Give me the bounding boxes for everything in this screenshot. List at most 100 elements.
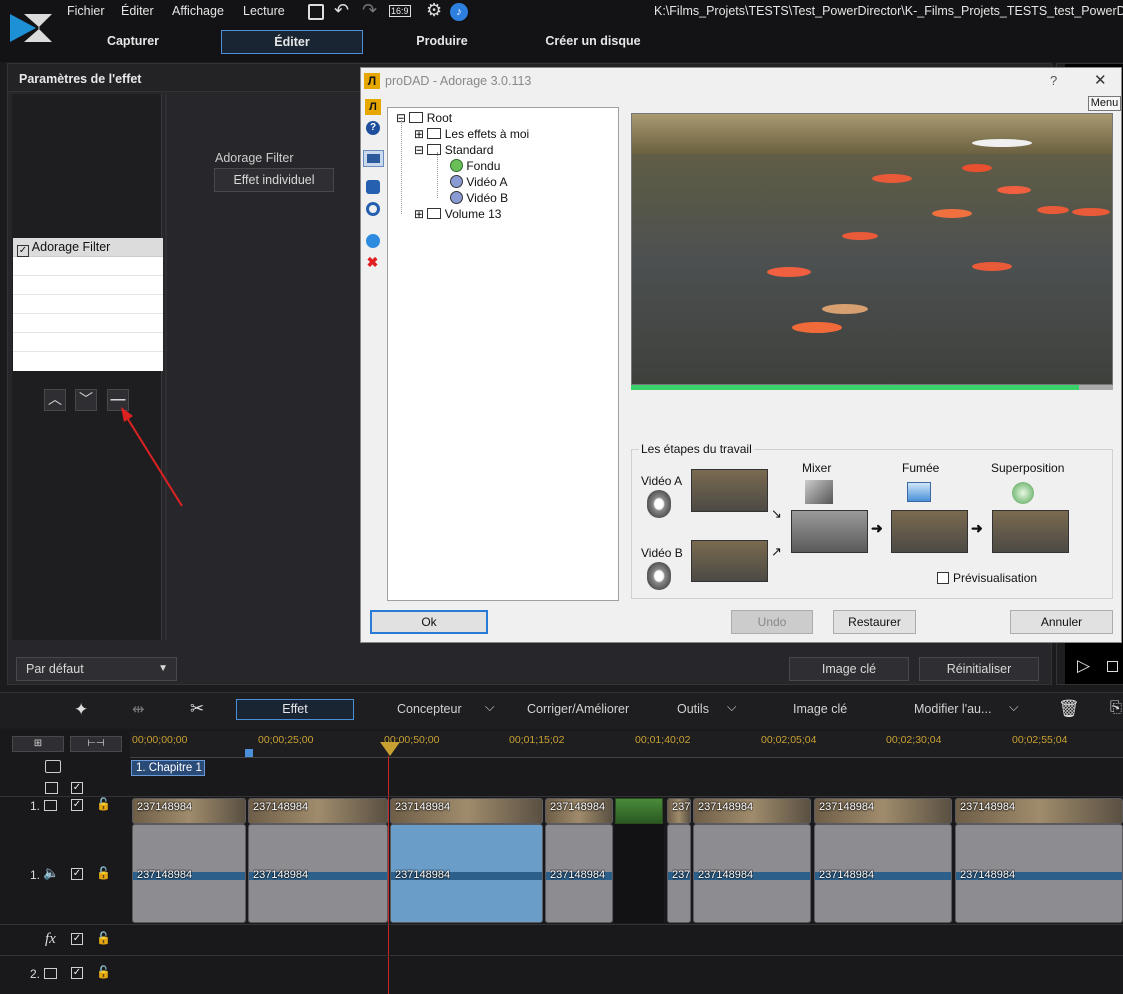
tools-button[interactable]: Outils bbox=[677, 702, 709, 716]
help-button[interactable]: ? bbox=[1050, 73, 1057, 88]
filter-label: Adorage Filter bbox=[215, 151, 294, 165]
track-checkbox[interactable]: ✓ bbox=[71, 799, 83, 811]
marker-icon[interactable] bbox=[245, 749, 253, 757]
menu-lecture[interactable]: Lecture bbox=[243, 4, 285, 18]
video-b-thumbnail[interactable] bbox=[691, 540, 768, 582]
tab-editer[interactable]: Éditer bbox=[221, 30, 363, 54]
save-icon[interactable] bbox=[308, 4, 324, 20]
sphere-icon[interactable] bbox=[366, 234, 380, 248]
lock-icon[interactable]: 🔓 bbox=[96, 797, 111, 811]
checkbox[interactable]: ✓ bbox=[17, 245, 29, 257]
cancel-button[interactable]: Annuler bbox=[1010, 610, 1113, 634]
gear-icon[interactable] bbox=[366, 202, 380, 216]
video-clip[interactable]: 237148984 bbox=[693, 798, 811, 824]
preset-dropdown[interactable]: Par défaut ▼ bbox=[16, 657, 177, 681]
lock-icon[interactable]: 🔓 bbox=[96, 866, 111, 880]
audio-clip[interactable]: 237148984 bbox=[955, 824, 1123, 923]
audio-clip[interactable]: 237148984 bbox=[248, 824, 388, 923]
help-icon[interactable]: ? bbox=[366, 121, 380, 135]
fit-timeline-button[interactable]: ⊢⊣ bbox=[70, 736, 122, 752]
track-checkbox[interactable]: ✓ bbox=[71, 933, 83, 945]
designer-button[interactable]: Concepteur bbox=[397, 702, 462, 716]
video-clip[interactable]: 237148984 bbox=[545, 798, 613, 824]
modify-audio-button[interactable]: Modifier l'au... bbox=[914, 702, 991, 716]
reset-button[interactable]: Réinitialiser bbox=[919, 657, 1039, 681]
audio-clip[interactable]: 237 bbox=[667, 824, 691, 923]
menu-affichage[interactable]: Affichage bbox=[172, 4, 224, 18]
audio-clip[interactable]: 237148984 bbox=[390, 824, 543, 923]
title-clip[interactable] bbox=[615, 798, 663, 824]
notification-icon[interactable]: ♪ bbox=[450, 3, 468, 21]
track-checkbox[interactable]: ✓ bbox=[71, 782, 83, 794]
clip-label: 237 bbox=[672, 801, 691, 813]
lock-icon[interactable]: 🔓 bbox=[96, 965, 111, 979]
split-icon[interactable]: ⇹ bbox=[132, 700, 145, 718]
chevron-down-icon[interactable]: ⌵ bbox=[1009, 700, 1018, 715]
tree-item-video-b[interactable]: Vidéo B bbox=[450, 190, 508, 206]
settings-gear-icon[interactable]: ⚙ bbox=[426, 0, 442, 21]
undo-button[interactable]: Undo bbox=[731, 610, 813, 634]
tree-root[interactable]: ⊟ Root bbox=[396, 110, 452, 126]
stop-icon[interactable] bbox=[1107, 661, 1118, 672]
keyframe-toolbar-button[interactable]: Image clé bbox=[793, 702, 847, 716]
list-item[interactable]: ✓ Adorage Filter bbox=[13, 238, 163, 257]
audio-clip[interactable]: 237148984 bbox=[693, 824, 811, 923]
restore-button[interactable]: Restaurer bbox=[833, 610, 916, 634]
move-up-button[interactable]: ︿ bbox=[44, 389, 66, 411]
keyframe-button[interactable]: Image clé bbox=[789, 657, 909, 681]
menu-editer[interactable]: Éditer bbox=[121, 4, 154, 18]
tree-item-standard[interactable]: ⊟ Standard bbox=[414, 142, 493, 158]
chevron-down-icon[interactable]: ⌵ bbox=[485, 700, 494, 715]
undo-icon[interactable]: ↶ bbox=[334, 0, 349, 21]
preview-checkbox[interactable] bbox=[937, 572, 949, 584]
effect-button[interactable]: Effet bbox=[236, 699, 354, 720]
tree-item-video-a[interactable]: Vidéo A bbox=[450, 174, 508, 190]
scissors-icon[interactable]: ✂ bbox=[190, 699, 204, 719]
audio-clip[interactable]: 237148984 bbox=[814, 824, 952, 923]
prodad-icon[interactable]: Л bbox=[365, 99, 381, 115]
menu-button[interactable]: Menu bbox=[1088, 96, 1121, 111]
video-clip[interactable]: 237 bbox=[667, 798, 691, 824]
video-clip[interactable]: 237148984 bbox=[248, 798, 388, 824]
chapter-marker[interactable]: 1. Chapitre 1 bbox=[131, 760, 205, 776]
audio-clip[interactable]: 237148984 bbox=[545, 824, 613, 923]
menu-fichier[interactable]: Fichier bbox=[67, 4, 105, 18]
video-clip[interactable]: 237148984 bbox=[814, 798, 952, 824]
aspect-ratio-button[interactable]: 16:9 bbox=[389, 5, 411, 17]
move-down-button[interactable]: ﹀ bbox=[75, 389, 97, 411]
track-checkbox[interactable]: ✓ bbox=[71, 868, 83, 880]
fix-enhance-button[interactable]: Corriger/Améliorer bbox=[527, 702, 629, 716]
tree-item-fondu[interactable]: Fondu bbox=[450, 158, 500, 174]
tree-item-mine[interactable]: ⊞ Les effets à moi bbox=[414, 126, 529, 142]
effects-view-icon[interactable] bbox=[363, 150, 384, 167]
play-icon[interactable]: ▷ bbox=[1077, 656, 1090, 676]
video-b-label: Vidéo B bbox=[641, 546, 683, 560]
tree-item-volume[interactable]: ⊞ Volume 13 bbox=[414, 206, 501, 222]
individual-effect-button[interactable]: Effet individuel bbox=[214, 168, 334, 192]
audio-clip[interactable]: 237148984 bbox=[132, 824, 246, 923]
tab-produire[interactable]: Produire bbox=[390, 30, 494, 54]
video-a-thumbnail[interactable] bbox=[691, 469, 768, 512]
lock-icon[interactable]: 🔓 bbox=[96, 931, 111, 945]
overlay-thumbnail[interactable] bbox=[992, 510, 1069, 553]
tab-creer-disque[interactable]: Créer un disque bbox=[531, 30, 655, 54]
video-clip[interactable]: 237148984 bbox=[132, 798, 246, 824]
more-icon[interactable]: ⎘ bbox=[1110, 699, 1122, 716]
track-checkbox[interactable]: ✓ bbox=[71, 967, 83, 979]
binoculars-icon[interactable] bbox=[366, 180, 380, 194]
mixer-thumbnail[interactable] bbox=[791, 510, 868, 553]
close-button[interactable]: ✕ bbox=[1094, 71, 1107, 89]
video-clip[interactable]: 237148984 bbox=[955, 798, 1123, 824]
trash-icon[interactable]: 🗑 bbox=[1058, 699, 1080, 719]
clip-label: 237148984 bbox=[819, 869, 875, 881]
track-manager-button[interactable]: ⊞ bbox=[12, 736, 64, 752]
speaker-icon: 🔈 bbox=[43, 865, 60, 880]
smoke-thumbnail[interactable] bbox=[891, 510, 968, 553]
magic-wand-icon[interactable]: ✦ bbox=[74, 700, 88, 720]
delete-icon[interactable]: ✖ bbox=[365, 255, 380, 270]
ok-button[interactable]: Ok bbox=[370, 610, 488, 634]
chevron-down-icon[interactable]: ⌵ bbox=[727, 700, 736, 715]
redo-icon[interactable]: ↷ bbox=[362, 0, 377, 21]
tab-capturer[interactable]: Capturer bbox=[80, 30, 186, 54]
video-clip[interactable]: 237148984 bbox=[390, 798, 543, 824]
